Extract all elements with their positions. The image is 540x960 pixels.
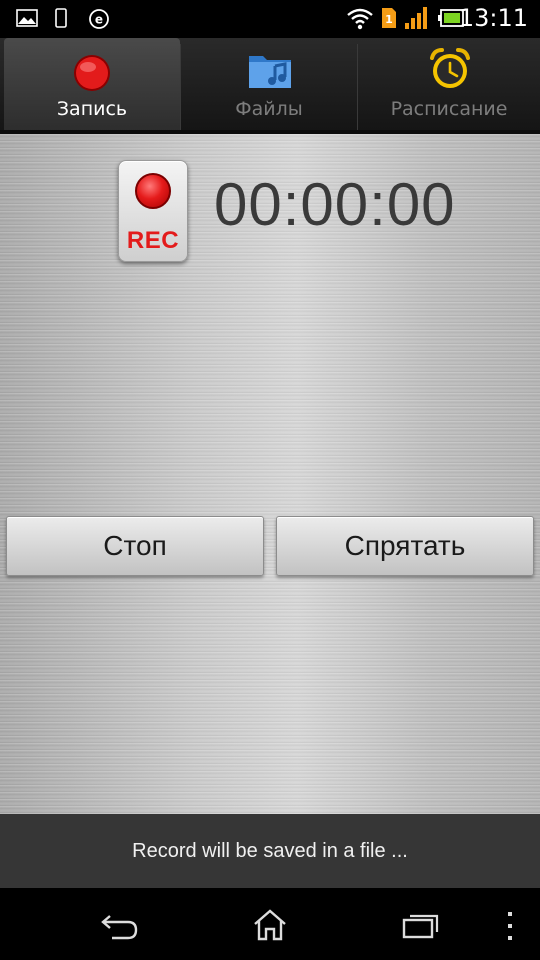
record-dot-icon	[71, 52, 113, 98]
signal-icon	[404, 6, 430, 34]
sim-icon: 1	[381, 7, 397, 33]
wifi-icon	[346, 6, 374, 34]
screen: e 1 13:11 Запись Файлы Расписание REC 00…	[0, 0, 540, 960]
menu-dots-icon[interactable]	[505, 910, 515, 946]
tab-schedule-label: Расписание	[390, 98, 508, 120]
tab-schedule[interactable]: Расписание	[358, 38, 540, 134]
tab-record[interactable]: Запись	[4, 38, 180, 134]
phone-icon	[54, 8, 68, 32]
tab-files-label: Файлы	[235, 98, 303, 120]
alarm-clock-icon	[427, 46, 473, 96]
svg-text:1: 1	[385, 13, 393, 26]
stop-button[interactable]: Стоп	[6, 516, 264, 576]
clock: 13:11	[458, 4, 528, 32]
tab-files[interactable]: Файлы	[181, 38, 357, 134]
e-circle-icon: e	[88, 8, 110, 34]
back-icon[interactable]	[100, 912, 140, 946]
rec-dot-icon	[135, 173, 171, 209]
home-icon[interactable]	[252, 908, 288, 946]
info-message: Record will be saved in a file ...	[0, 814, 540, 888]
nav-bar	[0, 888, 540, 960]
hide-button[interactable]: Спрятать	[276, 516, 534, 576]
tab-bar: Запись Файлы Расписание	[0, 38, 540, 134]
gallery-icon	[16, 8, 38, 32]
music-folder-icon	[247, 48, 293, 96]
svg-text:e: e	[95, 13, 103, 27]
recent-apps-icon[interactable]	[401, 910, 441, 944]
rec-button[interactable]: REC	[118, 160, 188, 262]
rec-label: REC	[126, 227, 180, 254]
recorder-panel: REC 00:00:00 Стоп Спрятать	[0, 134, 540, 814]
recording-timer: 00:00:00	[214, 171, 456, 238]
status-bar: e 1 13:11	[0, 0, 540, 38]
tab-record-label: Запись	[56, 98, 128, 120]
